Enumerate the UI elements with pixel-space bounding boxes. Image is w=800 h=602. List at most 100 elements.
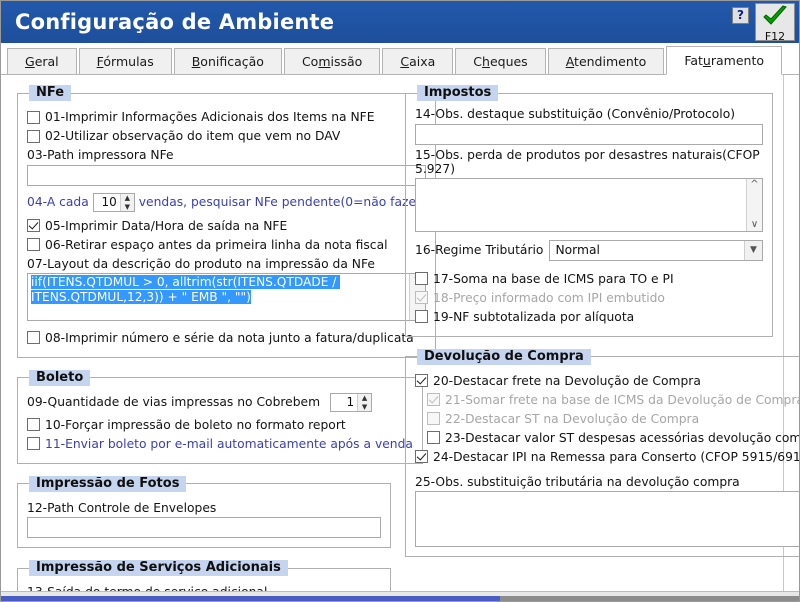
option-16-value: Normal: [550, 243, 744, 257]
option-08-row[interactable]: 08-Imprimir número e série da nota junto…: [27, 329, 426, 347]
tab-cheques[interactable]: Cheques: [455, 48, 545, 75]
option-23-label: 23-Destacar valor ST despesas acessórias…: [445, 430, 799, 446]
option-03-path-input[interactable]: [27, 165, 426, 186]
tab-atendimento-label: Atendimento: [566, 54, 647, 69]
option-12-path-input[interactable]: [27, 517, 381, 538]
option-02-checkbox[interactable]: [27, 130, 40, 143]
tab-bonificacao-label: Bonificação: [192, 54, 264, 69]
group-impostos: Impostos 14-Obs. destaque substituição (…: [405, 85, 773, 337]
option-23-row[interactable]: 23-Destacar valor ST despesas acessórias…: [427, 429, 799, 447]
option-10-row[interactable]: 10-Forçar impressão de boleto no formato…: [27, 416, 413, 434]
spin-up-icon[interactable]: ▲: [125, 194, 130, 202]
window-titlebar: Configuração de Ambiente ? F12: [1, 1, 799, 43]
option-04-stepper-buttons[interactable]: ▲ ▼: [120, 194, 134, 211]
option-19-row[interactable]: 19-NF subtotalizada por alíquota: [415, 308, 763, 326]
option-21-checkbox: [427, 393, 440, 406]
group-impressao-fotos: Impressão de Fotos 12-Path Controle de E…: [17, 476, 391, 549]
tab-faturamento-label: Faturamento: [684, 53, 764, 68]
option-24-checkbox[interactable]: [415, 450, 428, 463]
tab-caixa[interactable]: Caixa: [382, 48, 453, 75]
progress-fill: [1, 596, 500, 601]
option-21-row: 21-Somar frete na base de ICMS da Devolu…: [427, 391, 799, 409]
option-16-row: 16-Regime Tributário Normal ▼: [415, 240, 763, 261]
option-16-select[interactable]: Normal ▼: [549, 240, 763, 261]
option-01-checkbox[interactable]: [27, 111, 40, 124]
option-14-label: 14-Obs. destaque substituição (Convênio/…: [415, 107, 763, 121]
option-09-stepper-buttons[interactable]: ▲ ▼: [357, 394, 371, 411]
option-05-checkbox[interactable]: [27, 219, 40, 232]
option-07-label: 07-Layout da descrição do produto na imp…: [27, 257, 426, 271]
tab-comissao[interactable]: Comissão: [284, 48, 380, 75]
option-09-row: 09-Quantidade de vias impressas no Cobre…: [27, 393, 413, 412]
option-02-row[interactable]: 02-Utilizar observação do item que vem n…: [27, 127, 426, 145]
option-10-checkbox[interactable]: [27, 418, 40, 431]
spin-up-icon[interactable]: ▲: [362, 394, 367, 402]
option-06-checkbox[interactable]: [27, 238, 40, 251]
option-05-row[interactable]: 05-Imprimir Data/Hora de saída na NFE: [27, 217, 426, 235]
option-08-checkbox[interactable]: [27, 331, 40, 344]
status-progress-bar: [1, 591, 799, 601]
option-10-label: 10-Forçar impressão de boleto no formato…: [45, 417, 346, 433]
option-22-row: 22-Destacar ST na Devolução de Compra: [427, 410, 799, 428]
option-25-memo-input[interactable]: [416, 492, 799, 546]
option-04-label-before: 04-A cada: [27, 194, 89, 210]
group-impressao-servicos: Impressão de Serviços Adicionais 13-Saíd…: [17, 560, 391, 591]
option-07-memo-text[interactable]: iif(ITENS.QTDMUL > 0, alltrim(str(ITENS.…: [28, 274, 409, 320]
confirm-f12-button[interactable]: F12: [755, 3, 795, 41]
tab-formulas[interactable]: Fórmulas: [79, 48, 172, 75]
group-boleto: Boleto 09-Quantidade de vias impressas n…: [17, 370, 423, 464]
help-button[interactable]: ?: [732, 7, 749, 24]
option-14-input[interactable]: [415, 124, 763, 145]
option-15-scrollbar[interactable]: ^ ∨: [746, 179, 762, 231]
tab-cheques-label: Cheques: [473, 54, 527, 69]
option-25-memo[interactable]: ^ ∨: [415, 491, 799, 547]
option-04-stepper[interactable]: 10 ▲ ▼: [93, 193, 135, 212]
option-01-row[interactable]: 01-Imprimir Informações Adicionais dos I…: [27, 108, 426, 126]
right-column: Impostos 14-Obs. destaque substituição (…: [405, 85, 773, 569]
option-20-row[interactable]: 20-Destacar frete na Devolução de Compra: [415, 372, 799, 390]
group-devolucao-compra-legend: Devolução de Compra: [417, 349, 591, 365]
tab-atendimento[interactable]: Atendimento: [548, 48, 665, 75]
option-09-stepper[interactable]: 1 ▲ ▼: [330, 393, 372, 412]
option-15-memo-input[interactable]: [416, 179, 746, 231]
window-title: Configuração de Ambiente: [15, 10, 334, 34]
spin-down-icon[interactable]: ▼: [362, 403, 367, 411]
option-20-label: 20-Destacar frete na Devolução de Compra: [433, 373, 701, 389]
option-19-checkbox[interactable]: [415, 310, 428, 323]
option-11-label: 11-Enviar boleto por e-mail automaticame…: [45, 436, 413, 452]
option-24-row[interactable]: 24-Destacar IPI na Remessa para Conserto…: [415, 448, 799, 466]
green-check-icon: [762, 5, 788, 31]
scroll-down-icon[interactable]: ∨: [751, 220, 758, 230]
group-nfe-legend: NFe: [29, 85, 71, 101]
option-17-checkbox[interactable]: [415, 272, 428, 285]
chevron-down-icon[interactable]: ▼: [744, 241, 762, 260]
settings-page: NFe 01-Imprimir Informações Adicionais d…: [1, 75, 784, 591]
tab-formulas-label: Fórmulas: [97, 54, 154, 69]
progress-track: [500, 596, 799, 601]
option-06-row[interactable]: 06-Retirar espaço antes da primeira linh…: [27, 236, 426, 254]
tab-geral[interactable]: Geral: [7, 48, 77, 75]
option-11-row[interactable]: 11-Enviar boleto por e-mail automaticame…: [27, 435, 413, 453]
group-impressao-servicos-legend: Impressão de Serviços Adicionais: [29, 560, 288, 576]
option-09-value[interactable]: 1: [331, 394, 357, 411]
option-15-memo[interactable]: ^ ∨: [415, 178, 763, 232]
spin-down-icon[interactable]: ▼: [125, 203, 130, 211]
option-04-value[interactable]: 10: [94, 194, 120, 211]
option-25-label: 25-Obs. substituição tributária na devol…: [415, 475, 799, 489]
option-07-memo[interactable]: iif(ITENS.QTDMUL > 0, alltrim(str(ITENS.…: [27, 273, 426, 321]
tab-bonificacao[interactable]: Bonificação: [174, 48, 282, 75]
option-19-label: 19-NF subtotalizada por alíquota: [433, 309, 634, 325]
tabstrip: Geral Fórmulas Bonificação Comissão Caix…: [1, 43, 799, 75]
option-22-label: 22-Destacar ST na Devolução de Compra: [445, 411, 699, 427]
option-20-checkbox[interactable]: [415, 374, 428, 387]
option-02-label: 02-Utilizar observação do item que vem n…: [45, 128, 340, 144]
tab-faturamento[interactable]: Faturamento: [666, 46, 782, 75]
option-15-label: 15-Obs. perda de produtos por desastres …: [415, 148, 763, 176]
option-11-checkbox[interactable]: [27, 437, 40, 450]
scroll-up-icon[interactable]: ^: [750, 180, 758, 190]
option-18-label: 18-Preço informado com IPI embutido: [433, 290, 665, 306]
option-17-row[interactable]: 17-Soma na base de ICMS para TO e PI: [415, 270, 763, 288]
option-08-label: 08-Imprimir número e série da nota junto…: [45, 330, 414, 346]
group-impostos-legend: Impostos: [417, 85, 498, 101]
option-23-checkbox[interactable]: [427, 431, 440, 444]
